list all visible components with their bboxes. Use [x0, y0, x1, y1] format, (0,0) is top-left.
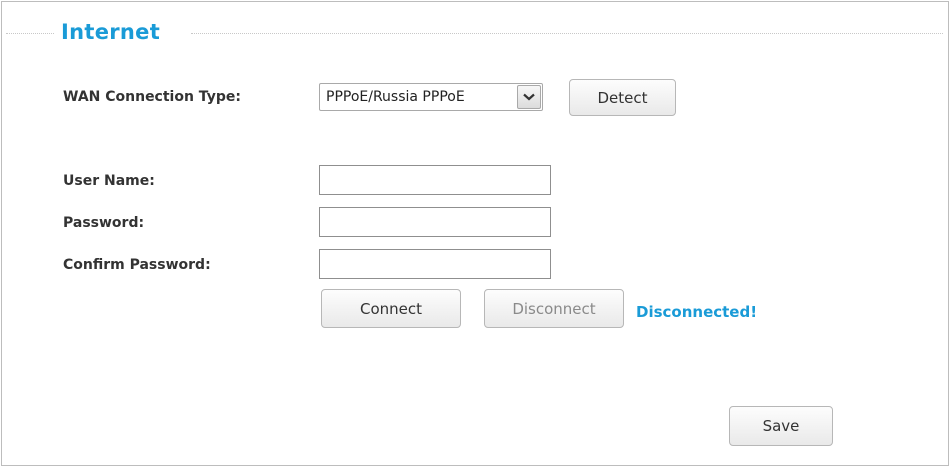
connect-button[interactable]: Connect: [321, 289, 461, 328]
user-name-input[interactable]: [319, 165, 551, 195]
user-name-label: User Name:: [63, 173, 155, 189]
connection-status: Disconnected!: [636, 303, 758, 321]
chevron-down-icon[interactable]: [517, 85, 541, 109]
wan-connection-type-select[interactable]: PPPoE/Russia PPPoE: [319, 83, 543, 111]
section-title: Internet: [61, 20, 161, 44]
wan-connection-type-value: PPPoE/Russia PPPoE: [326, 89, 465, 105]
password-input[interactable]: [319, 207, 551, 237]
detect-button[interactable]: Detect: [569, 79, 676, 116]
wan-connection-type-label: WAN Connection Type:: [63, 89, 241, 105]
save-button[interactable]: Save: [729, 406, 833, 446]
confirm-password-input[interactable]: [319, 249, 551, 279]
title-divider-left: [6, 33, 54, 34]
password-label: Password:: [63, 215, 145, 231]
confirm-password-label: Confirm Password:: [63, 257, 211, 273]
disconnect-button[interactable]: Disconnect: [484, 289, 624, 328]
title-divider-right: [191, 33, 943, 34]
